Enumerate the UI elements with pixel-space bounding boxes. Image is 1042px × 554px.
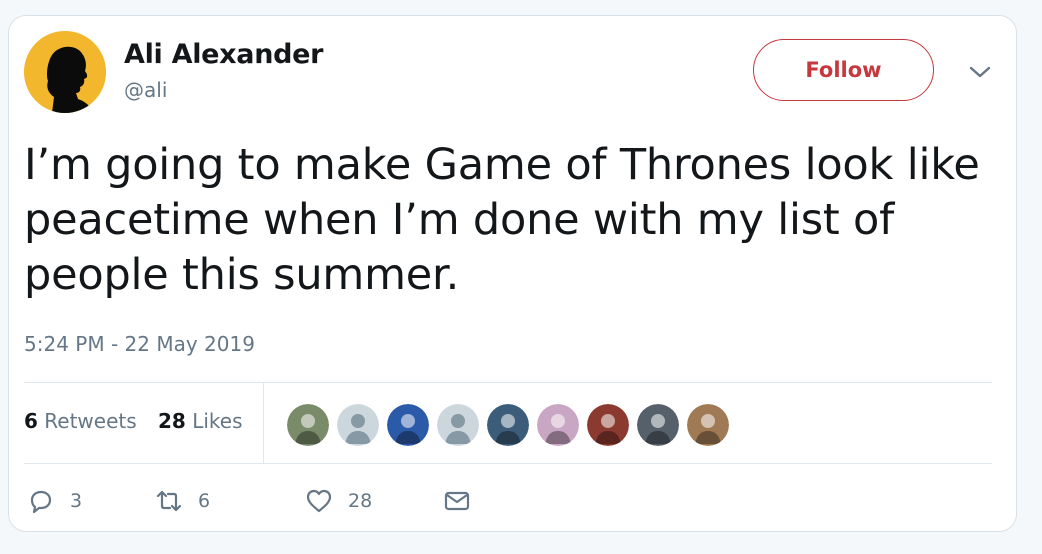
retweets-count: 6 [24,409,38,433]
likes-label: Likes [192,409,243,433]
retweet-button[interactable]: 6 [154,486,210,516]
tweet-text: I’m going to make Game of Thrones look l… [24,140,980,300]
retweets-label: Retweets [44,409,137,433]
tweet-timestamp[interactable]: 5:24 PM - 22 May 2019 [24,332,255,356]
liker-avatar-5[interactable] [485,402,531,448]
envelope-icon [444,491,470,511]
like-count: 28 [348,490,373,512]
follow-button[interactable]: Follow [753,39,934,101]
liker-avatar-8[interactable] [635,402,681,448]
heart-icon [306,489,332,513]
divider [24,463,992,464]
liker-avatar-6[interactable] [535,402,581,448]
retweet-count: 6 [198,490,211,512]
liker-avatar-1[interactable] [285,402,331,448]
reply-icon [30,490,52,514]
author-handle[interactable]: @ali [124,78,167,102]
chevron-down-icon[interactable] [967,62,993,82]
retweets-stat[interactable]: 6 Retweets [24,409,137,433]
retweet-icon [156,490,182,512]
liker-avatar-9[interactable] [685,402,731,448]
direct-message-button[interactable] [442,486,486,516]
liker-avatar-7[interactable] [585,402,631,448]
liker-avatar-4[interactable] [435,402,481,448]
reply-button[interactable]: 3 [26,486,82,516]
reply-count: 3 [70,490,83,512]
liker-avatar-3[interactable] [385,402,431,448]
like-button[interactable]: 28 [304,486,372,516]
stats-separator [263,382,264,463]
divider [24,382,992,383]
likes-stat[interactable]: 28 Likes [158,409,243,433]
liker-avatar-2[interactable] [335,402,381,448]
tweet-card: Ali Alexander @ali Follow I’m going to m… [8,15,1017,532]
likes-count: 28 [158,409,186,433]
author-display-name[interactable]: Ali Alexander [124,39,323,70]
silhouette-icon [24,31,106,113]
author-avatar[interactable] [24,31,106,113]
